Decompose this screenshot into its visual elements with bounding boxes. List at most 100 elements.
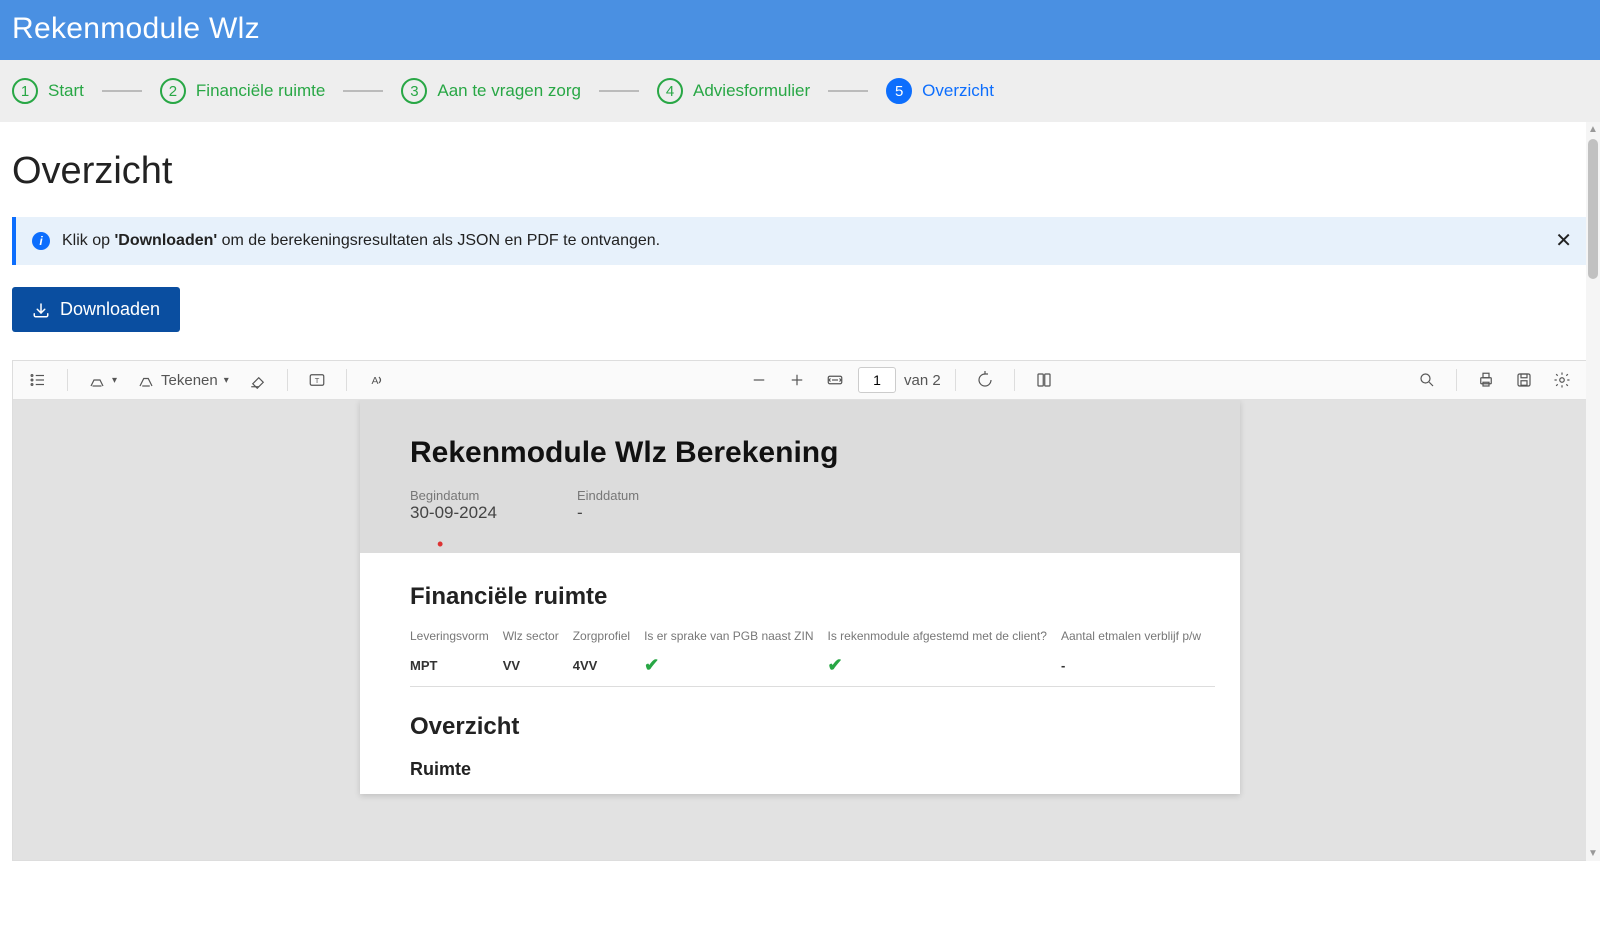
th-wlz-sector: Wlz sector <box>503 625 573 647</box>
step-overzicht[interactable]: 5 Overzicht <box>886 78 994 104</box>
zoom-out-button[interactable] <box>744 367 774 393</box>
save-button[interactable] <box>1509 367 1539 393</box>
page-view-button[interactable] <box>1029 367 1059 393</box>
section-overzicht: Overzicht <box>410 713 1190 741</box>
td-afgestemd: ✔ <box>827 647 1060 687</box>
app-title: Rekenmodule Wlz <box>12 12 1588 46</box>
section-financiele-ruimte: Financiële ruimte <box>410 583 1190 611</box>
download-button[interactable]: Downloaden <box>12 287 180 332</box>
th-etmalen: Aantal etmalen verblijf p/w <box>1061 625 1215 647</box>
step-number: 3 <box>401 78 427 104</box>
th-zorgprofiel: Zorgprofiel <box>573 625 644 647</box>
pdf-page: Rekenmodule Wlz Berekening Begindatum 30… <box>360 400 1240 794</box>
close-banner-button[interactable]: ✕ <box>1555 231 1572 251</box>
draw-dropdown[interactable]: Tekenen ▾ <box>131 367 235 393</box>
step-adviesformulier[interactable]: 4 Adviesformulier <box>657 78 810 104</box>
step-divider <box>599 90 639 92</box>
settings-button[interactable] <box>1547 367 1577 393</box>
begindatum-label: Begindatum <box>410 488 497 503</box>
search-button[interactable] <box>1412 367 1442 393</box>
step-nav: 1 Start 2 Financiële ruimte 3 Aan te vra… <box>0 60 1600 122</box>
pdf-viewer: ▾ Tekenen ▾ T A <box>12 360 1588 861</box>
list-icon <box>29 371 47 389</box>
step-aan-te-vragen-zorg[interactable]: 3 Aan te vragen zorg <box>401 78 581 104</box>
info-banner: i Klik op 'Downloaden' om de berekenings… <box>12 217 1588 265</box>
subheading-ruimte: Ruimte <box>410 759 1190 780</box>
toolbar-separator <box>287 369 288 391</box>
toolbar-separator <box>955 369 956 391</box>
banner-text: Klik op 'Downloaden' om de berekeningsre… <box>62 232 660 250</box>
step-divider <box>102 90 142 92</box>
step-label: Adviesformulier <box>693 81 810 101</box>
red-marker-icon: • <box>437 534 443 555</box>
fit-width-button[interactable] <box>820 367 850 393</box>
einddatum-value: - <box>577 503 639 523</box>
chevron-down-icon: ▾ <box>224 375 229 386</box>
toggle-sidebar-button[interactable] <box>23 367 53 393</box>
toolbar-separator <box>346 369 347 391</box>
td-etmalen: - <box>1061 647 1215 687</box>
read-aloud-icon: A <box>367 371 385 389</box>
draw-label: Tekenen <box>161 372 218 389</box>
step-label: Aan te vragen zorg <box>437 81 581 101</box>
read-aloud-button[interactable]: A <box>361 367 391 393</box>
pen-icon <box>137 371 155 389</box>
page-title: Overzicht <box>12 150 1588 193</box>
fit-icon <box>826 371 844 389</box>
begindatum-value: 30-09-2024 <box>410 503 497 523</box>
doc-body: Financiële ruimte Leveringsvorm Wlz sect… <box>360 553 1240 794</box>
scroll-down-icon[interactable]: ▼ <box>1588 846 1598 861</box>
check-icon: ✔ <box>644 655 659 675</box>
highlighter-icon <box>88 371 106 389</box>
td-zorgprofiel: 4VV <box>573 647 644 687</box>
th-leveringsvorm: Leveringsvorm <box>410 625 503 647</box>
td-leveringsvorm: MPT <box>410 647 503 687</box>
th-pgb-naast-zin: Is er sprake van PGB naast ZIN <box>644 625 827 647</box>
app-header: Rekenmodule Wlz <box>0 0 1600 60</box>
scroll-up-icon[interactable]: ▲ <box>1588 122 1598 137</box>
financiele-ruimte-table: Leveringsvorm Wlz sector Zorgprofiel Is … <box>410 625 1215 687</box>
table-row: MPT VV 4VV ✔ ✔ - <box>410 647 1215 687</box>
erase-button[interactable] <box>243 367 273 393</box>
step-number: 4 <box>657 78 683 104</box>
download-icon <box>32 301 50 319</box>
step-divider <box>828 90 868 92</box>
scroll-thumb[interactable] <box>1588 139 1598 279</box>
toolbar-separator <box>67 369 68 391</box>
chevron-down-icon: ▾ <box>112 375 117 386</box>
print-button[interactable] <box>1471 367 1501 393</box>
svg-text:T: T <box>314 376 319 385</box>
main-content: ▲ ▼ Overzicht i Klik op 'Downloaden' om … <box>0 122 1600 861</box>
step-financiele-ruimte[interactable]: 2 Financiële ruimte <box>160 78 325 104</box>
highlight-dropdown[interactable]: ▾ <box>82 367 123 393</box>
toolbar-separator <box>1014 369 1015 391</box>
step-number: 5 <box>886 78 912 104</box>
plus-icon <box>788 371 806 389</box>
zoom-in-button[interactable] <box>782 367 812 393</box>
step-label: Start <box>48 81 84 101</box>
rotate-button[interactable] <box>970 367 1000 393</box>
step-label: Financiële ruimte <box>196 81 325 101</box>
step-label: Overzicht <box>922 81 994 101</box>
text-tool-button[interactable]: T <box>302 367 332 393</box>
einddatum-label: Einddatum <box>577 488 639 503</box>
rotate-icon <box>976 371 994 389</box>
scrollbar[interactable]: ▲ ▼ <box>1586 122 1600 861</box>
doc-title: Rekenmodule Wlz Berekening <box>410 436 1190 470</box>
eraser-icon <box>249 371 267 389</box>
print-icon <box>1477 371 1495 389</box>
minus-icon <box>750 371 768 389</box>
text-icon: T <box>308 371 326 389</box>
viewer-content[interactable]: Rekenmodule Wlz Berekening Begindatum 30… <box>13 400 1587 860</box>
page-number-input[interactable] <box>858 367 896 393</box>
check-icon: ✔ <box>827 655 842 675</box>
th-afgestemd: Is rekenmodule afgestemd met de client? <box>827 625 1060 647</box>
step-divider <box>343 90 383 92</box>
info-icon: i <box>32 232 50 250</box>
viewer-toolbar: ▾ Tekenen ▾ T A <box>13 361 1587 400</box>
step-start[interactable]: 1 Start <box>12 78 84 104</box>
svg-text:A: A <box>371 375 378 387</box>
search-icon <box>1418 371 1436 389</box>
step-number: 1 <box>12 78 38 104</box>
td-pgb: ✔ <box>644 647 827 687</box>
